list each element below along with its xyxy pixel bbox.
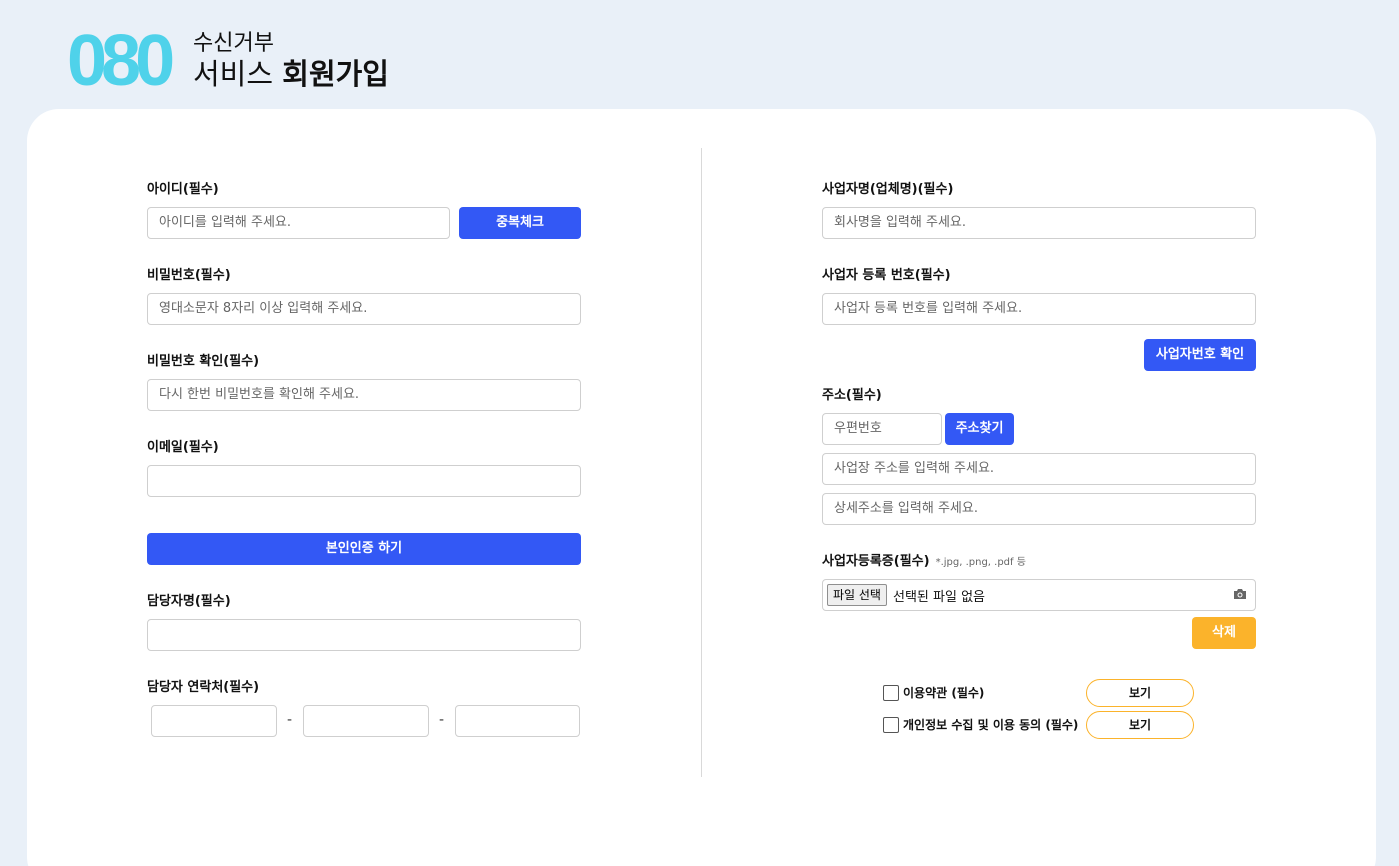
id-label: 아이디(필수) xyxy=(147,182,219,197)
duplicate-check-button[interactable]: 중복체크 xyxy=(459,207,581,239)
manager-name-label: 담당자명(필수) xyxy=(147,594,231,609)
manager-phone-label: 담당자 연락처(필수) xyxy=(147,680,260,695)
file-type-hint: *.jpg, .png, .pdf 등 xyxy=(935,557,1026,568)
biz-cert-file-input[interactable]: 파일 선택 선택된 파일 없음 xyxy=(822,579,1256,611)
terms-checkbox[interactable] xyxy=(883,685,899,701)
privacy-label: 개인정보 수집 및 이용 동의 (필수) xyxy=(903,718,1079,732)
password-confirm-input[interactable]: 다시 한번 비밀번호를 확인해 주세요. xyxy=(147,379,581,411)
phone-separator: - xyxy=(439,712,445,728)
phone-part3-input[interactable] xyxy=(455,705,580,737)
phone-part1-input[interactable] xyxy=(151,705,277,737)
phone-part2-input[interactable] xyxy=(303,705,429,737)
biz-number-input[interactable]: 사업자 등록 번호를 입력해 주세요. xyxy=(822,293,1256,325)
privacy-checkbox[interactable] xyxy=(883,717,899,733)
password-input[interactable]: 영대소문자 8자리 이상 입력해 주세요. xyxy=(147,293,581,325)
phone-separator: - xyxy=(287,712,293,728)
password-label: 비밀번호(필수) xyxy=(147,268,231,283)
terms-label: 이용약관 (필수) xyxy=(903,686,985,700)
manager-name-input[interactable] xyxy=(147,619,581,651)
id-input[interactable]: 아이디를 입력해 주세요. xyxy=(147,207,450,239)
file-status-text: 선택된 파일 없음 xyxy=(893,590,985,605)
company-name-input[interactable]: 회사명을 입력해 주세요. xyxy=(822,207,1256,239)
password-confirm-label: 비밀번호 확인(필수) xyxy=(147,354,260,369)
address-label: 주소(필수) xyxy=(822,388,882,403)
file-delete-button[interactable]: 삭제 xyxy=(1192,617,1256,649)
address-detail-input[interactable]: 상세주소를 입력해 주세요. xyxy=(822,493,1256,525)
biz-number-verify-button[interactable]: 사업자번호 확인 xyxy=(1144,339,1256,371)
address-search-button[interactable]: 주소찾기 xyxy=(945,413,1014,445)
privacy-view-button[interactable]: 보기 xyxy=(1086,711,1194,739)
biz-number-label: 사업자 등록 번호(필수) xyxy=(822,268,951,283)
identity-verify-button[interactable]: 본인인증 하기 xyxy=(147,533,581,565)
email-label: 이메일(필수) xyxy=(147,440,219,455)
page-title-light: 서비스 xyxy=(193,57,274,91)
address-input[interactable]: 사업장 주소를 입력해 주세요. xyxy=(822,453,1256,485)
zipcode-input[interactable]: 우편번호 xyxy=(822,413,942,445)
file-choose-button[interactable]: 파일 선택 xyxy=(827,584,887,606)
page-title: 서비스 회원가입 xyxy=(193,57,389,91)
company-name-label: 사업자명(업체명)(필수) xyxy=(822,182,954,197)
column-divider xyxy=(701,148,702,777)
page-title-bold: 회원가입 xyxy=(282,57,389,91)
terms-view-button[interactable]: 보기 xyxy=(1086,679,1194,707)
biz-cert-label-text: 사업자등록증(필수) xyxy=(822,554,930,569)
biz-cert-label: 사업자등록증(필수) *.jpg, .png, .pdf 등 xyxy=(822,553,1026,572)
camera-icon[interactable] xyxy=(1233,588,1247,600)
email-input[interactable] xyxy=(147,465,581,497)
logo-number: 080 xyxy=(67,21,175,101)
logo-subtitle: 수신거부 xyxy=(193,31,274,56)
